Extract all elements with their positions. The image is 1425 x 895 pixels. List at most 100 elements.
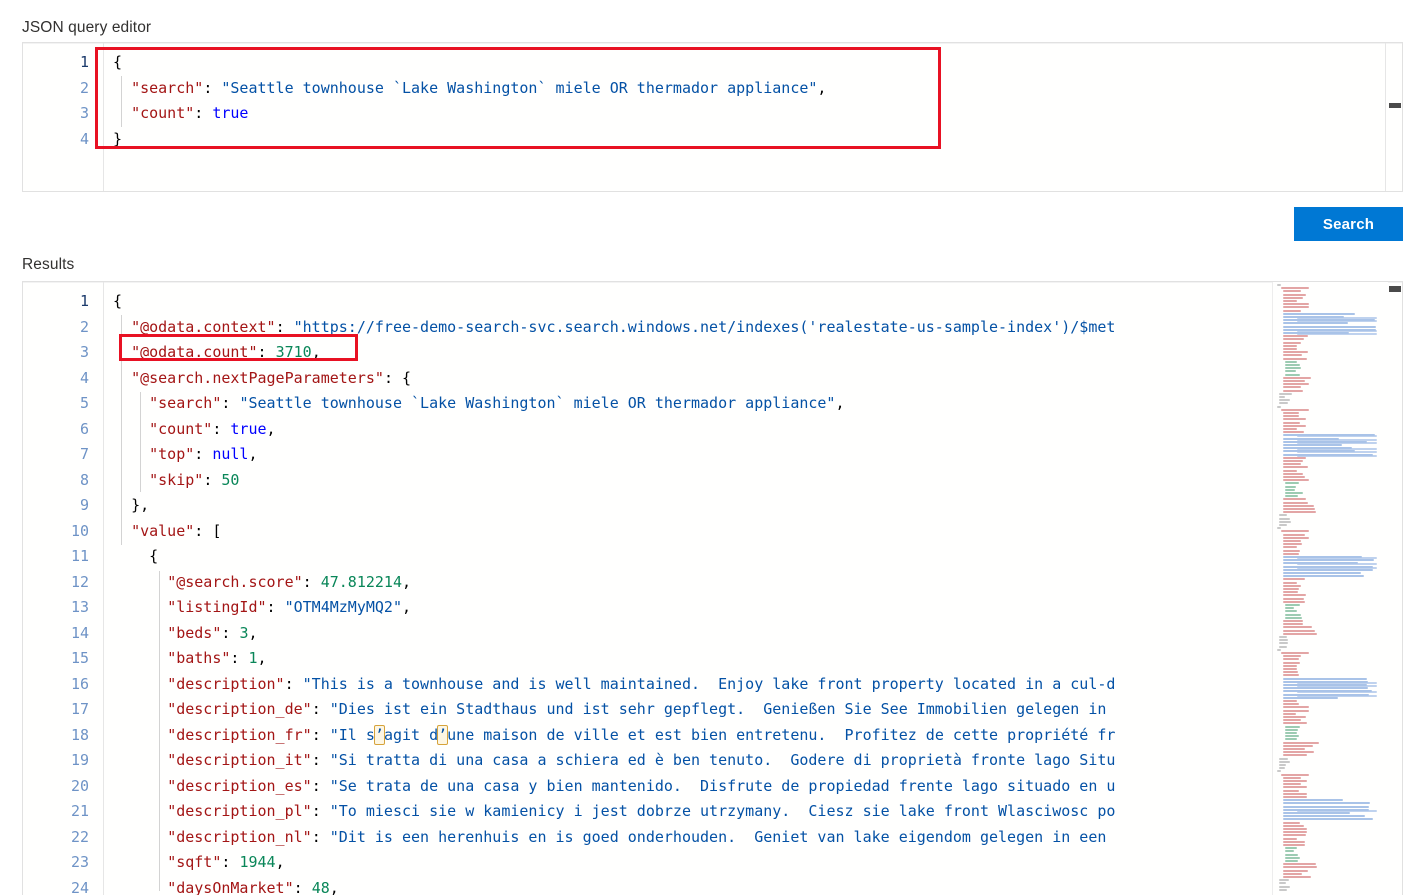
query-scrollbar-thumb[interactable] (1389, 103, 1401, 108)
minimap-line (1283, 389, 1303, 392)
token-punc (113, 802, 167, 820)
minimap-line (1279, 402, 1288, 405)
token-key: "description_es" (167, 776, 312, 795)
minimap-line (1285, 495, 1298, 498)
code-line: 4} (23, 127, 1402, 153)
minimap-line (1283, 309, 1302, 312)
token-num: 3710 (275, 343, 312, 361)
token-key: "description_nl" (167, 827, 312, 846)
line-content[interactable]: "daysOnMarket": 48, (113, 876, 1402, 895)
token-key: "count" (131, 104, 195, 122)
results-editor[interactable]: 1{2 "@odata.context": "https://free-demo… (22, 281, 1403, 895)
line-content[interactable]: "@odata.count": 3710, (113, 340, 1402, 366)
line-content[interactable]: "@odata.context": "https://free-demo-sea… (113, 315, 1402, 341)
minimap-line (1285, 860, 1298, 862)
minimap-line (1283, 748, 1306, 750)
token-punc: , (248, 623, 258, 642)
token-key: "description_it" (167, 751, 312, 769)
results-code-surface[interactable]: 1{2 "@odata.context": "https://free-demo… (23, 282, 1402, 895)
line-content[interactable]: "description": "This is a townhouse and … (113, 672, 1402, 698)
token-punc (113, 79, 131, 97)
query-code-surface[interactable]: 1{2 "search": "Seattle townhouse `Lake W… (23, 43, 1402, 191)
token-punc: : (221, 623, 240, 642)
line-content[interactable]: "description_it": "Si tratta di una casa… (113, 748, 1402, 774)
minimap-line (1283, 754, 1307, 757)
token-key: "value" (131, 521, 195, 540)
minimap-line (1285, 613, 1301, 616)
line-content[interactable]: "description_fr": "Il s’agit d’une maiso… (113, 723, 1402, 749)
minimap-line (1279, 888, 1287, 891)
line-content[interactable]: "description_pl": "To miesci sie w kamie… (113, 799, 1402, 825)
line-content[interactable]: "sqft": 1944, (113, 850, 1402, 876)
results-minimap[interactable] (1272, 282, 1388, 895)
minimap-line (1283, 293, 1306, 296)
minimap-line (1283, 501, 1308, 504)
token-null: null (212, 445, 249, 463)
minimap-line (1283, 796, 1308, 798)
line-content[interactable]: "top": null, (113, 442, 1402, 468)
minimap-line (1283, 428, 1298, 430)
results-scrollbar-thumb[interactable] (1389, 286, 1401, 292)
line-content[interactable]: "description_nl": "Dit is een herenhuis … (113, 825, 1402, 851)
line-content[interactable]: "value": [ (113, 519, 1402, 545)
line-content[interactable]: "count": true (113, 101, 1402, 127)
line-content[interactable]: { (113, 544, 1402, 570)
minimap-line (1285, 492, 1303, 494)
line-content[interactable]: }, (113, 493, 1402, 519)
line-content[interactable]: { (113, 289, 1402, 315)
line-content[interactable]: "@search.score": 47.812214, (113, 570, 1402, 596)
line-content[interactable]: "baths": 1, (113, 646, 1402, 672)
minimap-line (1285, 370, 1297, 373)
minimap-line (1283, 751, 1315, 754)
token-punc: : (311, 751, 330, 769)
json-query-editor[interactable]: 1{2 "search": "Seattle townhouse `Lake W… (22, 42, 1403, 192)
line-content[interactable]: "search": "Seattle townhouse `Lake Washi… (113, 76, 1402, 102)
line-content[interactable]: } (113, 127, 1402, 153)
code-line: 1{ (23, 289, 1402, 315)
code-line: 12 "@search.score": 47.812214, (23, 570, 1402, 596)
minimap-line (1279, 642, 1289, 645)
token-punc: : (221, 853, 240, 871)
line-number: 4 (79, 368, 89, 387)
query-editor-content-edge (1385, 43, 1386, 191)
line-content[interactable]: "description_es": "Se trata de una casa … (113, 774, 1402, 800)
minimap-line (1283, 674, 1300, 677)
line-content[interactable]: "search": "Seattle townhouse `Lake Washi… (113, 391, 1402, 417)
token-odd: ’ (373, 724, 385, 745)
token-bool: true (230, 419, 267, 438)
token-key: "@search.score" (167, 572, 303, 591)
minimap-line (1283, 444, 1343, 446)
minimap-line (1283, 306, 1309, 309)
query-vertical-scrollbar[interactable] (1388, 43, 1402, 191)
minimap-line (1283, 504, 1314, 507)
token-brace: } (113, 129, 123, 148)
token-punc (113, 104, 131, 122)
token-key: "baths" (167, 649, 231, 667)
minimap-line (1283, 588, 1300, 590)
code-line: 9 }, (23, 493, 1402, 519)
line-content[interactable]: "description_de": "Dies ist ein Stadthau… (113, 697, 1402, 723)
minimap-line (1283, 831, 1307, 834)
minimap-line (1279, 882, 1287, 885)
minimap-line (1283, 559, 1374, 562)
token-key: "description" (167, 674, 285, 693)
minimap-line (1283, 581, 1297, 584)
line-number: 23 (70, 853, 89, 871)
results-vertical-scrollbar[interactable] (1388, 282, 1402, 895)
token-str: "Si tratta di una casa a schiera ed è be… (329, 751, 1116, 769)
minimap-line (1283, 741, 1319, 744)
line-content[interactable]: { (113, 50, 1402, 76)
line-content[interactable]: "@search.nextPageParameters": { (113, 366, 1402, 392)
line-number: 17 (70, 700, 89, 718)
token-punc (113, 445, 149, 463)
minimap-line (1283, 344, 1297, 347)
minimap-line (1283, 821, 1301, 824)
token-key: "description_pl" (167, 802, 312, 820)
minimap-line (1285, 607, 1294, 610)
line-content[interactable]: "beds": 3, (113, 621, 1402, 647)
line-content[interactable]: "count": true, (113, 417, 1402, 443)
line-content[interactable]: "listingId": "OTM4MzMyMQ2", (113, 595, 1402, 621)
line-content[interactable]: "skip": 50 (113, 468, 1402, 494)
minimap-line (1279, 517, 1290, 520)
search-button[interactable]: Search (1294, 207, 1403, 241)
